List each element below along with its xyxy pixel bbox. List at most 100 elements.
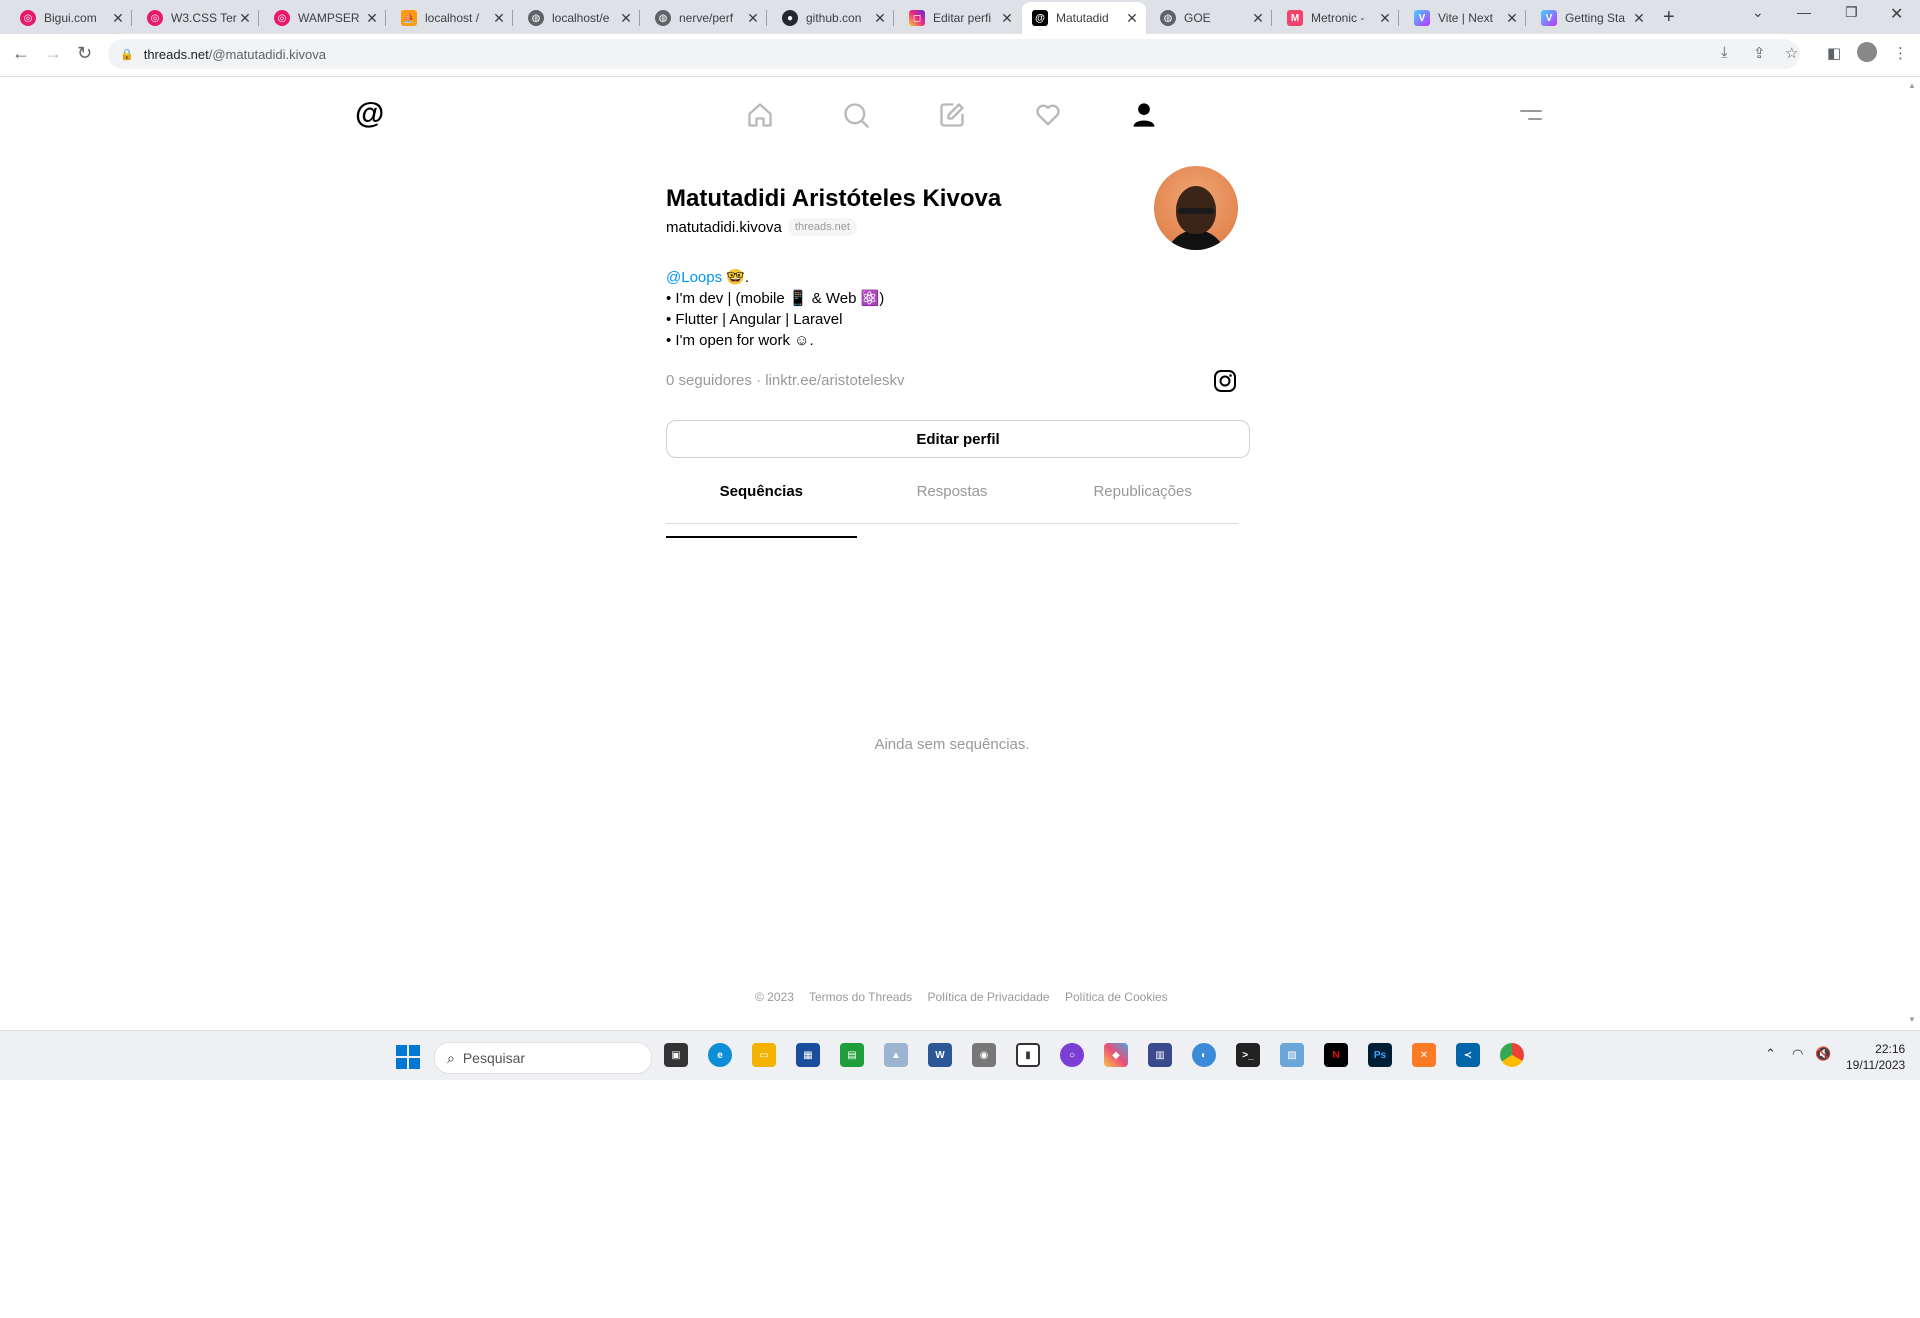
restore-icon[interactable]: ❐ (1845, 4, 1858, 21)
app-favicon-icon: ◎ (20, 10, 36, 26)
volume-muted-icon[interactable]: 🔇 (1815, 1046, 1831, 1062)
tab-reposts[interactable]: Republicações (1047, 475, 1238, 523)
footer-link-privacy[interactable]: Política de Privacidade (928, 990, 1050, 1004)
domain-badge[interactable]: threads.net (787, 218, 857, 236)
taskbar-search[interactable]: ⌕ Pesquisar (434, 1042, 652, 1074)
install-app-icon[interactable]: ⤓ (1721, 44, 1728, 61)
scroll-down-icon[interactable]: ▼ (1908, 1015, 1916, 1024)
terminal-icon[interactable]: >_ (1236, 1043, 1260, 1067)
camera-icon[interactable]: ◉ (972, 1043, 996, 1067)
threads-icon: @ (1032, 10, 1048, 26)
close-tab-icon[interactable]: ✕ (745, 10, 761, 27)
close-tab-icon[interactable]: ✕ (1504, 10, 1520, 27)
photoshop-icon[interactable]: Ps (1368, 1043, 1392, 1067)
share-icon[interactable]: ⇪ (1753, 44, 1766, 62)
profile-bio: @Loops 🤓. • I'm dev | (mobile 📱 & Web ⚛️… (666, 269, 885, 349)
browser-tab[interactable]: ◍ nerve/perf ✕ (645, 4, 767, 32)
home-icon[interactable] (746, 101, 774, 129)
profile-avatar[interactable] (1154, 166, 1238, 250)
browser-tab[interactable]: V Vite | Next ✕ (1404, 4, 1526, 32)
tab-search-icon[interactable]: ⌄ (1752, 4, 1764, 21)
tab-strip: ◎ Bigui.com ✕ ◎ W3.CSS Ter ✕ ◎ WAMPSER ✕… (0, 0, 1920, 34)
profile-icon[interactable] (1130, 101, 1158, 129)
back-icon[interactable]: ← (12, 43, 30, 64)
new-tab-icon[interactable]: + (1663, 6, 1675, 29)
windows-start-icon[interactable] (396, 1045, 420, 1069)
browser-tab[interactable]: M Metronic - ✕ (1277, 4, 1399, 32)
browser-tab[interactable]: ◍ GOE ✕ (1150, 4, 1272, 32)
close-tab-icon[interactable]: ✕ (491, 10, 507, 27)
tab-threads[interactable]: Sequências (666, 475, 857, 538)
profile-link[interactable]: linktr.ee/aristoteleskv (765, 372, 904, 389)
close-tab-icon[interactable]: ✕ (1250, 10, 1266, 27)
lock-icon[interactable]: 🔒 (120, 48, 134, 61)
menu-kebab-icon[interactable]: ⋮ (1893, 44, 1908, 62)
profile-avatar[interactable] (1857, 42, 1877, 62)
remote-desktop-icon[interactable]: ▥ (1148, 1043, 1172, 1067)
footer-link-terms[interactable]: Termos do Threads (809, 990, 912, 1004)
system-clock[interactable]: 22:16 19/11/2023 (1846, 1041, 1905, 1073)
vscode-icon[interactable]: ≺ (1456, 1043, 1480, 1067)
close-tab-icon[interactable]: ✕ (999, 10, 1015, 27)
browser-tab[interactable]: ◍ localhost/e ✕ (518, 4, 640, 32)
xampp-icon[interactable]: ✕ (1412, 1043, 1436, 1067)
app-circle-icon[interactable]: ○ (1060, 1043, 1084, 1067)
heart-icon[interactable] (1034, 101, 1062, 129)
edit-profile-button[interactable]: Editar perfil (666, 420, 1250, 458)
close-tab-icon[interactable]: ✕ (618, 10, 634, 27)
scroll-up-icon[interactable]: ▲ (1908, 81, 1916, 90)
close-tab-icon[interactable]: ✕ (237, 10, 253, 27)
close-tab-icon[interactable]: ✕ (1377, 10, 1393, 27)
edge-icon[interactable]: e (708, 1043, 732, 1067)
close-tab-icon[interactable]: ✕ (364, 10, 380, 27)
close-tab-icon[interactable]: ✕ (872, 10, 888, 27)
browser-tab[interactable]: ◻ Editar perfi ✕ (899, 4, 1021, 32)
file-explorer-icon[interactable]: ▭ (752, 1043, 776, 1067)
close-tab-icon[interactable]: ✕ (110, 10, 126, 27)
minimize-icon[interactable]: — (1797, 4, 1811, 20)
photos-icon[interactable]: ▲ (884, 1043, 908, 1067)
earth-icon[interactable]: ◐ (1192, 1043, 1216, 1067)
address-bar[interactable]: 🔒 threads.net/@matutadidi.kivova (108, 39, 1800, 69)
forward-icon[interactable]: → (44, 43, 62, 64)
browser-tab[interactable]: ◎ W3.CSS Ter ✕ (137, 4, 259, 32)
compose-icon[interactable] (938, 101, 966, 129)
profile-name: Matutadidi Aristóteles Kivova (666, 185, 1002, 212)
profile-tabs: Sequências Respostas Republicações (666, 475, 1238, 538)
page-scrollbar[interactable]: ▲ ▼ (1904, 77, 1920, 1030)
browser-tab[interactable]: V Getting Sta ✕ (1531, 4, 1653, 32)
profile-handle: matutadidi.kivova threads.net (666, 218, 857, 236)
bookmark-star-icon[interactable]: ☆ (1785, 44, 1798, 62)
browser-tab[interactable]: ⛵ localhost / ✕ (391, 4, 513, 32)
control-panel-icon[interactable]: ▧ (1280, 1043, 1304, 1067)
sheets-icon[interactable]: ▤ (840, 1043, 864, 1067)
browser-tab[interactable]: ● github.con ✕ (772, 4, 894, 32)
chrome-icon[interactable] (1500, 1043, 1524, 1067)
store-icon[interactable]: ▦ (796, 1043, 820, 1067)
phpmyadmin-icon: ⛵ (401, 10, 417, 26)
followers-count[interactable]: 0 seguidores (666, 372, 752, 389)
tray-overflow-icon[interactable]: ⌃ (1765, 1046, 1776, 1062)
reload-icon[interactable]: ↻ (77, 43, 92, 64)
wifi-icon[interactable]: ◠ (1792, 1046, 1803, 1062)
word-icon[interactable]: W (928, 1043, 952, 1067)
browser-tab[interactable]: ◎ WAMPSER ✕ (264, 4, 386, 32)
twitch-icon[interactable]: ▮ (1016, 1043, 1040, 1067)
close-window-icon[interactable]: ✕ (1890, 4, 1903, 24)
search-icon[interactable] (842, 101, 870, 129)
instagram-icon[interactable] (1213, 369, 1237, 393)
vite-icon: V (1541, 10, 1557, 26)
tab-replies[interactable]: Respostas (857, 475, 1048, 523)
figma-like-icon[interactable]: ◆ (1104, 1043, 1128, 1067)
task-view-icon[interactable]: ▣ (664, 1043, 688, 1067)
threads-logo-icon[interactable]: @ (355, 98, 387, 130)
browser-tab-active[interactable]: @ Matutadid ✕ (1022, 2, 1146, 34)
netflix-icon[interactable]: N (1324, 1043, 1348, 1067)
close-tab-icon[interactable]: ✕ (1124, 10, 1140, 27)
browser-tab[interactable]: ◎ Bigui.com ✕ (10, 4, 132, 32)
side-panel-icon[interactable]: ◧ (1827, 44, 1841, 62)
bio-mention-link[interactable]: @Loops (666, 269, 722, 286)
footer-link-cookies[interactable]: Política de Cookies (1065, 990, 1168, 1004)
close-tab-icon[interactable]: ✕ (1631, 10, 1647, 27)
menu-icon[interactable] (1520, 110, 1542, 126)
